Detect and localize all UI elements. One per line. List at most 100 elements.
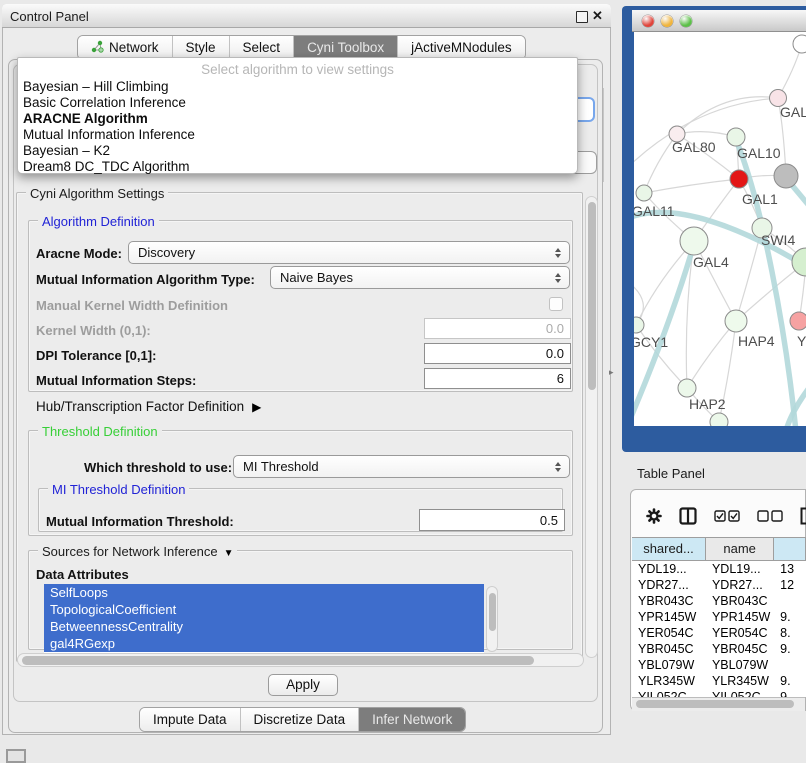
attribute-list-item[interactable]: BetweennessCentrality [44,618,484,635]
network-edge[interactable] [687,321,736,388]
hidden-combo-fragment[interactable] [576,97,595,122]
tab-impute-data[interactable]: Impute Data [140,708,240,731]
scrollbar-thumb[interactable] [636,700,794,708]
network-edge[interactable] [636,241,694,325]
kernel-width-input[interactable] [424,318,571,339]
aracne-mode-value: Discovery [138,245,550,260]
data-attributes-list[interactable]: SelfLoopsTopologicalCoefficientBetweenne… [44,584,484,654]
network-edge[interactable] [677,97,778,134]
table-column-header[interactable]: name [706,538,774,560]
float-panel-icon[interactable] [576,11,588,23]
mi-steps-input[interactable] [424,368,571,389]
tab-label: jActiveMNodules [411,40,512,55]
network-icon [91,40,104,56]
network-node-hap4[interactable] [725,310,747,332]
minimized-panel-icon[interactable] [6,749,26,763]
select-all-icon[interactable] [714,509,740,527]
tab-network[interactable]: Network [78,36,172,59]
zoom-traffic-light[interactable] [680,15,692,27]
tab-label: Network [109,40,159,55]
tab-jactivemnodules[interactable]: jActiveMNodules [397,36,525,59]
table-row[interactable]: YBL079WYBL079W [632,657,806,673]
network-node[interactable] [710,413,728,426]
columns-icon[interactable] [679,507,697,530]
manual-kernel-checkbox[interactable] [549,297,563,311]
table-row[interactable]: YIL052CYIL052C9 [632,689,806,697]
table-horizontal-scrollbar[interactable] [632,697,805,711]
aracne-mode-label: Aracne Mode: [36,246,122,261]
network-window-titlebar[interactable] [632,10,806,32]
table-body: YDL19...YDL19...13YDR27...YDR27...12YBR0… [632,561,806,697]
dropdown-item[interactable]: Bayesian – K2 [23,143,110,159]
tab-label: Select [243,40,281,55]
dropdown-item[interactable]: ARACNE Algorithm [23,111,148,127]
table-cell: YDR27... [706,577,774,593]
table-cell: YLR345W [706,673,774,689]
network-node-gal10[interactable] [727,128,745,146]
node-table[interactable]: shared...name YDL19...YDL19...13YDR27...… [632,537,806,697]
table-cell: YBL079W [632,657,706,673]
table-column-header[interactable]: shared... [632,538,706,560]
table-row[interactable]: YBR045CYBR045C9. [632,641,806,657]
table-column-header[interactable] [774,538,806,560]
deselect-all-icon[interactable] [757,509,783,527]
network-node-gal11[interactable] [636,185,652,201]
mi-threshold-input[interactable] [419,509,565,531]
sources-group-title[interactable]: Sources for Network Inference▼ [38,544,237,559]
stepper-icon [550,248,566,258]
apply-button[interactable]: Apply [268,674,338,696]
tab-discretize-data[interactable]: Discretize Data [240,708,359,731]
gear-icon[interactable] [646,508,662,529]
splitter-handle-icon[interactable]: ▸ [609,367,614,378]
network-edge[interactable] [644,179,739,193]
network-node[interactable] [774,164,798,188]
new-table-icon[interactable] [800,507,806,530]
node-label: HAP4 [738,333,775,349]
table-row[interactable]: YDR27...YDR27...12 [632,577,806,593]
attributes-list-scrollbar[interactable] [486,586,498,652]
mi-type-select[interactable]: Naive Bayes [270,266,570,289]
network-node[interactable] [793,35,806,53]
which-threshold-select[interactable]: MI Threshold [233,455,570,478]
hub-definition-toggle[interactable]: Hub/Transcription Factor Definition▶ [36,399,261,414]
network-node-y[interactable] [790,312,806,330]
scrollbar-thumb[interactable] [489,593,496,631]
scrollbar-thumb[interactable] [22,656,534,665]
attribute-list-item[interactable]: TopologicalCoefficient [44,601,484,618]
table-row[interactable]: YDL19...YDL19...13 [632,561,806,577]
minimize-traffic-light[interactable] [661,15,673,27]
network-node-gcy1[interactable] [634,317,644,333]
stepper-icon [550,273,566,283]
dropdown-item[interactable]: Dream8 DC_TDC Algorithm [23,159,190,175]
table-cell: 12 [774,577,806,593]
network-node-gal1[interactable] [730,170,748,188]
table-cell: YIL052C [706,689,774,697]
table-row[interactable]: YLR345WYLR345W9. [632,673,806,689]
dpi-tolerance-label: DPI Tolerance [0,1]: [36,348,156,363]
attribute-list-item[interactable]: gal4RGexp [44,635,484,652]
tab-style[interactable]: Style [172,36,229,59]
close-icon[interactable]: ✕ [592,8,603,24]
tab-infer-network[interactable]: Infer Network [358,708,465,731]
network-canvas[interactable]: GALGAL80GAL10GAL1GAL11GAL4SWI4HAP4YGCY1H… [634,32,806,426]
table-row[interactable]: YPR145WYPR145W9. [632,609,806,625]
settings-vertical-scrollbar[interactable] [585,196,598,658]
attribute-list-item[interactable]: SelfLoops [44,584,484,601]
close-traffic-light[interactable] [642,15,654,27]
hidden-groupbox-edge [603,88,604,182]
scrollbar-thumb[interactable] [588,202,596,390]
table-row[interactable]: YBR043CYBR043C [632,593,806,609]
table-row[interactable]: YER054CYER054C8. [632,625,806,641]
dropdown-item[interactable]: Mutual Information Inference [23,127,195,143]
network-node-gal4[interactable] [680,227,708,255]
table-cell: YBR043C [632,593,706,609]
dropdown-item[interactable]: Basic Correlation Inference [23,95,186,111]
settings-horizontal-scrollbar[interactable] [17,653,584,667]
table-cell: YPR145W [632,609,706,625]
tab-select[interactable]: Select [229,36,294,59]
network-node-hap2[interactable] [678,379,696,397]
tab-cyni-toolbox[interactable]: Cyni Toolbox [293,36,397,59]
aracne-mode-select[interactable]: Discovery [128,241,570,264]
dpi-tolerance-input[interactable] [424,343,571,364]
dropdown-item[interactable]: Bayesian – Hill Climbing [23,79,169,95]
